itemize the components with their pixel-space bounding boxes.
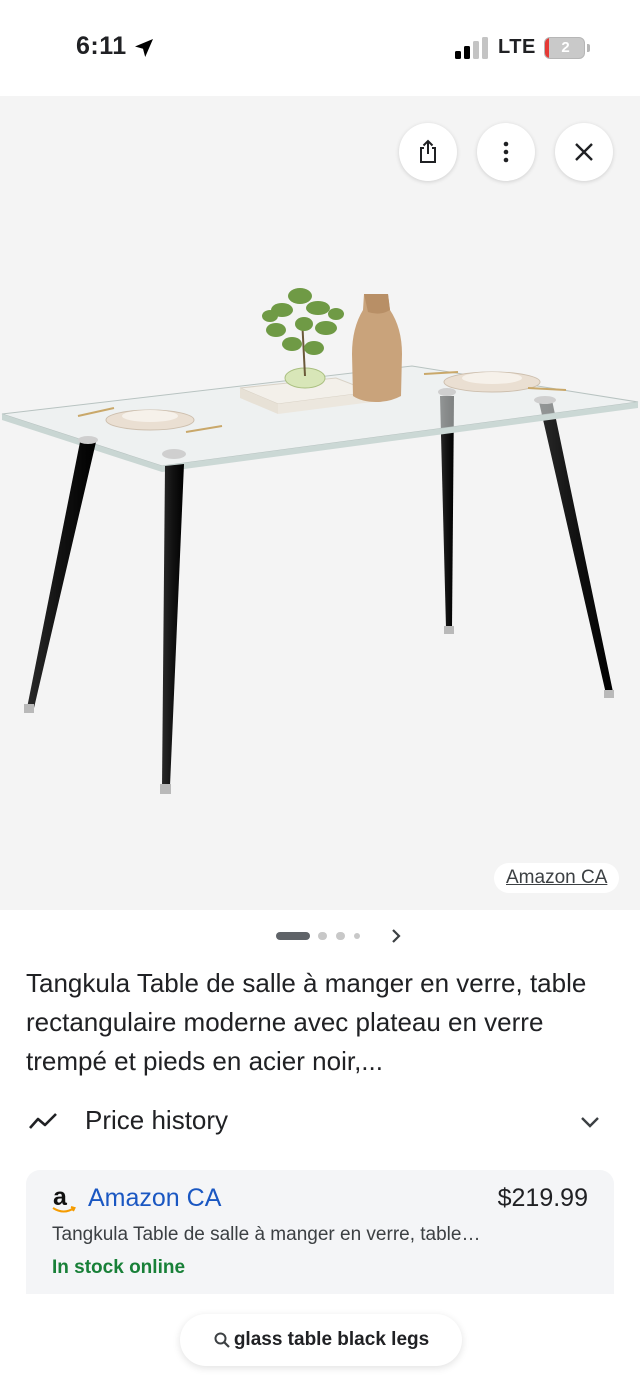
carousel-dot[interactable] xyxy=(354,933,360,939)
offer-description: Tangkula Table de salle à manger en verr… xyxy=(52,1224,481,1245)
status-bar: 6:11 LTE 2 xyxy=(0,0,640,96)
share-icon xyxy=(420,139,436,163)
image-source-link[interactable]: Amazon CA xyxy=(494,863,620,893)
signal-strength-icon xyxy=(455,37,488,59)
close-icon xyxy=(575,143,593,161)
more-vert-icon xyxy=(503,141,509,163)
offer-price: $219.99 xyxy=(497,1184,588,1212)
trend-line-icon xyxy=(29,1113,57,1129)
search-query-text: glass table black legs xyxy=(233,1329,430,1350)
carousel-dot[interactable] xyxy=(336,932,345,940)
location-arrow-icon xyxy=(135,39,153,57)
seller-offer-card[interactable]: a Amazon CA $219.99 Tangkula Table de sa… xyxy=(26,1170,614,1294)
chevron-down-icon[interactable] xyxy=(577,1109,603,1135)
amazon-smile-icon xyxy=(52,1206,76,1213)
network-type: LTE xyxy=(498,36,536,58)
more-options-button[interactable] xyxy=(477,123,535,181)
battery-level: 2 xyxy=(561,39,570,56)
product-image-viewer[interactable]: Amazon CA xyxy=(0,96,640,910)
close-button[interactable] xyxy=(555,123,613,181)
price-history-label: Price history xyxy=(85,1105,229,1135)
stock-status: In stock online xyxy=(52,1257,186,1278)
carousel-dot[interactable] xyxy=(276,932,310,940)
battery-icon: 2 xyxy=(544,37,590,59)
search-query-pill[interactable]: glass table black legs xyxy=(180,1314,462,1366)
product-image xyxy=(1,288,639,794)
product-title: Tangkula Table de salle à manger en verr… xyxy=(26,968,587,1076)
search-icon xyxy=(214,1332,230,1348)
seller-name-link[interactable]: Amazon CA xyxy=(88,1184,221,1213)
share-button[interactable] xyxy=(399,123,457,181)
price-history-row[interactable]: Price history xyxy=(0,1096,640,1146)
carousel-dot[interactable] xyxy=(318,932,327,940)
chevron-right-icon[interactable] xyxy=(386,925,406,947)
status-time: 6:11 xyxy=(76,32,127,60)
